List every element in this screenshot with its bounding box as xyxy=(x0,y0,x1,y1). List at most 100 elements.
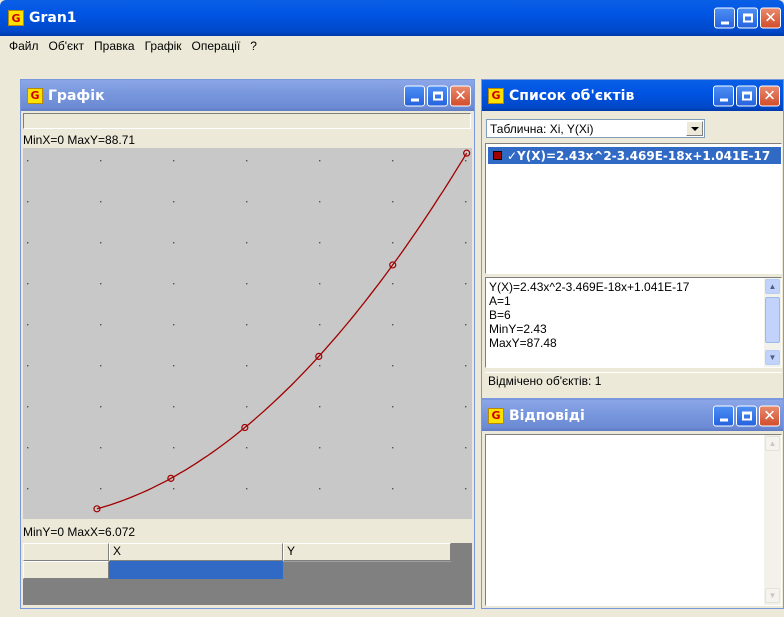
graph-top-info: MinX=0 MaxY=88.71 xyxy=(23,133,136,147)
table-header-x[interactable]: X xyxy=(109,543,283,561)
object-details[interactable]: Y(X)=2.43x^2-3.469E-18x+1.041E-17 A=1 B=… xyxy=(485,277,782,368)
grid-dot xyxy=(100,488,102,490)
grid-dot xyxy=(319,242,321,244)
answers-window-icon: G xyxy=(488,407,504,424)
grid-dot xyxy=(27,488,29,490)
dropdown-button[interactable] xyxy=(686,121,703,136)
values-table[interactable]: X Y xyxy=(23,543,472,605)
close-icon: ✕ xyxy=(454,86,467,104)
grid-dot xyxy=(319,160,321,162)
grid-dot xyxy=(465,406,467,408)
minimize-button[interactable] xyxy=(714,7,735,29)
grid-dot xyxy=(246,201,248,203)
grid-dot xyxy=(392,201,394,203)
scroll-thumb[interactable] xyxy=(765,297,780,343)
grid-dot xyxy=(246,447,248,449)
answers-window-controls: ✕ xyxy=(713,405,780,426)
grid-dot xyxy=(465,160,467,162)
maximize-button[interactable] xyxy=(737,7,758,29)
list-item-label: ✓Y(X)=2.43x^2-3.469E-18x+1.041E-17 xyxy=(507,148,771,163)
grid-dot xyxy=(246,365,248,367)
table-header-y[interactable]: Y xyxy=(283,543,451,561)
app-title: Gran1 xyxy=(29,10,77,26)
app-window-controls: ✕ xyxy=(714,7,781,29)
grid-dot xyxy=(392,242,394,244)
close-button[interactable]: ✕ xyxy=(760,7,781,29)
minimize-icon xyxy=(719,98,728,102)
grid-dot xyxy=(465,488,467,490)
answers-titlebar[interactable]: G Відповіді ✕ xyxy=(482,400,783,431)
objects-list[interactable]: ✓Y(X)=2.43x^2-3.469E-18x+1.041E-17 xyxy=(485,143,782,274)
details-scrollbar[interactable]: ▲ ▼ xyxy=(764,278,781,367)
series-color-swatch xyxy=(493,151,502,160)
answers-maximize-button[interactable] xyxy=(736,405,757,426)
app-titlebar[interactable]: G Gran1 ✕ xyxy=(0,0,784,36)
graph-plot-area[interactable] xyxy=(23,148,472,519)
grid-dot xyxy=(319,488,321,490)
menu-bar: Файл Об'єкт Правка Графік Операції ? xyxy=(0,36,784,56)
grid-dot xyxy=(465,324,467,326)
minimize-icon xyxy=(410,98,419,102)
grid-dot xyxy=(100,406,102,408)
grid-dot xyxy=(27,160,29,162)
scroll-up-button[interactable]: ▲ xyxy=(765,279,780,294)
scroll-up-button[interactable]: ▲ xyxy=(765,436,780,451)
grid-dot xyxy=(27,283,29,285)
grid-dot xyxy=(100,324,102,326)
objects-window-title: Список об'єктів xyxy=(509,87,635,104)
menu-edit[interactable]: Правка xyxy=(89,39,140,53)
table-corner-cell xyxy=(23,543,109,561)
answers-text-area[interactable]: ▲ ▼ xyxy=(485,434,782,606)
objects-maximize-button[interactable] xyxy=(736,85,757,106)
objects-window-controls: ✕ xyxy=(713,85,780,106)
graph-minimize-button[interactable] xyxy=(404,85,425,106)
grid-dot xyxy=(319,406,321,408)
objects-titlebar[interactable]: G Список об'єктів ✕ xyxy=(482,80,783,111)
details-line: MaxY=87.48 xyxy=(489,336,557,350)
grid-dot xyxy=(100,365,102,367)
close-icon: ✕ xyxy=(764,8,777,27)
grid-dot xyxy=(246,406,248,408)
graph-toolbar-strip xyxy=(23,113,471,129)
close-icon: ✕ xyxy=(763,406,776,424)
grid-dot xyxy=(465,242,467,244)
list-item[interactable]: ✓Y(X)=2.43x^2-3.469E-18x+1.041E-17 xyxy=(488,147,781,164)
object-type-value: Таблична: Xi, Y(Xi) xyxy=(490,121,594,136)
grid-dot xyxy=(392,324,394,326)
menu-operations[interactable]: Операції xyxy=(187,39,246,53)
object-type-select[interactable]: Таблична: Xi, Y(Xi) xyxy=(486,119,705,138)
objects-close-button[interactable]: ✕ xyxy=(759,85,780,106)
answers-close-button[interactable]: ✕ xyxy=(759,405,780,426)
table-cell-y[interactable] xyxy=(283,561,451,579)
grid-dot xyxy=(246,242,248,244)
objects-minimize-button[interactable] xyxy=(713,85,734,106)
grid-dot xyxy=(173,365,175,367)
grid-dot xyxy=(27,242,29,244)
table-cell-x[interactable] xyxy=(109,561,283,579)
graph-window: G Графік ✕ MinX=0 MaxY=88.71 MinY=0 MaxX… xyxy=(20,79,475,609)
grid-dot xyxy=(27,365,29,367)
menu-file[interactable]: Файл xyxy=(4,39,44,53)
graph-close-button[interactable]: ✕ xyxy=(450,85,471,106)
grid-dot xyxy=(173,201,175,203)
grid-dot xyxy=(246,488,248,490)
scroll-down-button[interactable]: ▼ xyxy=(765,588,780,603)
answers-scrollbar[interactable]: ▲ ▼ xyxy=(764,435,781,605)
graph-titlebar[interactable]: G Графік ✕ xyxy=(21,80,474,111)
grid-dot xyxy=(173,488,175,490)
grid-dot xyxy=(27,406,29,408)
graph-maximize-button[interactable] xyxy=(427,85,448,106)
menu-object[interactable]: Об'єкт xyxy=(44,39,90,53)
grid-dot xyxy=(100,160,102,162)
menu-graph[interactable]: Графік xyxy=(140,39,187,53)
scroll-down-button[interactable]: ▼ xyxy=(765,350,780,365)
menu-help[interactable]: ? xyxy=(245,39,262,53)
grid-dot xyxy=(465,201,467,203)
maximize-icon xyxy=(432,91,443,100)
minimize-icon xyxy=(720,21,729,24)
grid-dot xyxy=(246,283,248,285)
answers-minimize-button[interactable] xyxy=(713,405,734,426)
grid-dot xyxy=(173,242,175,244)
maximize-icon xyxy=(741,91,752,100)
grid-dot xyxy=(173,160,175,162)
